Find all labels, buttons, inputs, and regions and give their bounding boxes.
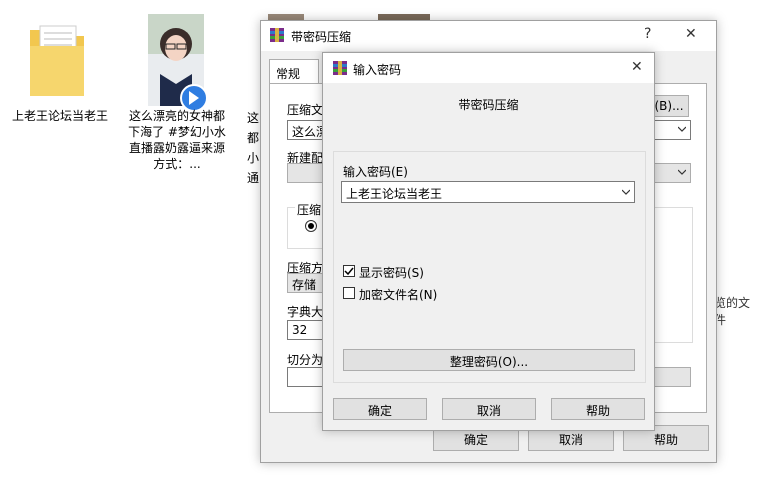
password-input[interactable]: 上老王论坛当老王 <box>341 181 635 203</box>
dialog-ok-label: 确定 <box>367 404 392 418</box>
password-dialog-title: 输入密码 <box>353 63 402 77</box>
video-label-text: 这么漂亮的女神都下海了 #梦幻小水 直播露奶露逼来源方式：... <box>128 109 226 171</box>
chevron-down-icon[interactable] <box>678 168 686 176</box>
checkmark-icon <box>344 267 354 276</box>
browse-button-label: (B)... <box>654 99 684 113</box>
format-radio[interactable] <box>305 220 317 232</box>
archive-name-label: 压缩文 <box>287 103 324 117</box>
organize-passwords-label: 整理密码(O)... <box>449 355 529 369</box>
tab-general[interactable]: 常规 <box>269 59 319 84</box>
archive-window-titlebar[interactable]: 带密码压缩 ? ✕ <box>261 21 716 51</box>
dialog-cancel-button[interactable]: 取消 <box>442 398 536 420</box>
browse-button[interactable]: (B)... <box>649 95 689 117</box>
chevron-down-icon[interactable] <box>678 125 686 133</box>
dialog-help-button[interactable]: 帮助 <box>551 398 645 420</box>
password-value: 上老王论坛当老王 <box>346 187 443 201</box>
chevron-down-icon[interactable] <box>622 188 630 196</box>
show-password-checkbox[interactable] <box>343 265 355 277</box>
method-value: 存储 <box>292 278 317 292</box>
password-dialog-titlebar[interactable]: 输入密码 ✕ <box>323 53 654 83</box>
winrar-icon <box>270 28 284 42</box>
organize-passwords-button[interactable]: 整理密码(O)... <box>343 349 635 371</box>
background-window-text: 览的文件 <box>714 296 751 327</box>
folder-icon <box>30 25 84 96</box>
help-icon[interactable]: ? <box>644 26 651 42</box>
desktop-folder-label[interactable]: 上老王论坛当老王 <box>12 108 108 124</box>
show-password-label[interactable]: 显示密码(S) <box>359 264 424 281</box>
dialog-cancel-label: 取消 <box>476 404 501 418</box>
split-label: 切分为 <box>287 353 324 367</box>
ok-button-label: 确定 <box>463 433 488 447</box>
encrypt-filenames-label[interactable]: 加密文件名(N) <box>359 286 437 303</box>
dialog-help-label: 帮助 <box>585 404 610 418</box>
winrar-icon <box>333 61 347 75</box>
encrypt-filenames-checkbox[interactable] <box>343 287 355 299</box>
close-icon[interactable]: ✕ <box>685 26 697 42</box>
folder-label-text: 上老王论坛当老王 <box>12 109 109 123</box>
help-button-label: 帮助 <box>653 433 678 447</box>
partial-label-text: 这都小通 <box>246 111 259 185</box>
format-group-label: 压缩 <box>295 201 324 218</box>
tab-general-label: 常规 <box>276 67 301 81</box>
dictionary-label: 字典大 <box>287 305 324 319</box>
desktop-partial-label[interactable]: 这都小通 <box>246 108 260 188</box>
desktop-folder-icon[interactable] <box>26 18 88 102</box>
password-dialog: 输入密码 ✕ 带密码压缩 输入密码(E) 上老王论坛当老王 显示密码(S) 加密… <box>322 52 655 431</box>
enter-password-label: 输入密码(E) <box>343 165 408 179</box>
dialog-ok-button[interactable]: 确定 <box>333 398 427 420</box>
dictionary-value: 32 <box>292 323 308 337</box>
desktop-video-label[interactable]: 这么漂亮的女神都下海了 #梦幻小水 直播露奶露逼来源方式：... <box>128 108 226 172</box>
dialog-heading: 带密码压缩 <box>458 98 519 112</box>
archive-window-title: 带密码压缩 <box>291 30 352 44</box>
cancel-button-label: 取消 <box>558 433 583 447</box>
close-icon[interactable]: ✕ <box>631 59 643 75</box>
